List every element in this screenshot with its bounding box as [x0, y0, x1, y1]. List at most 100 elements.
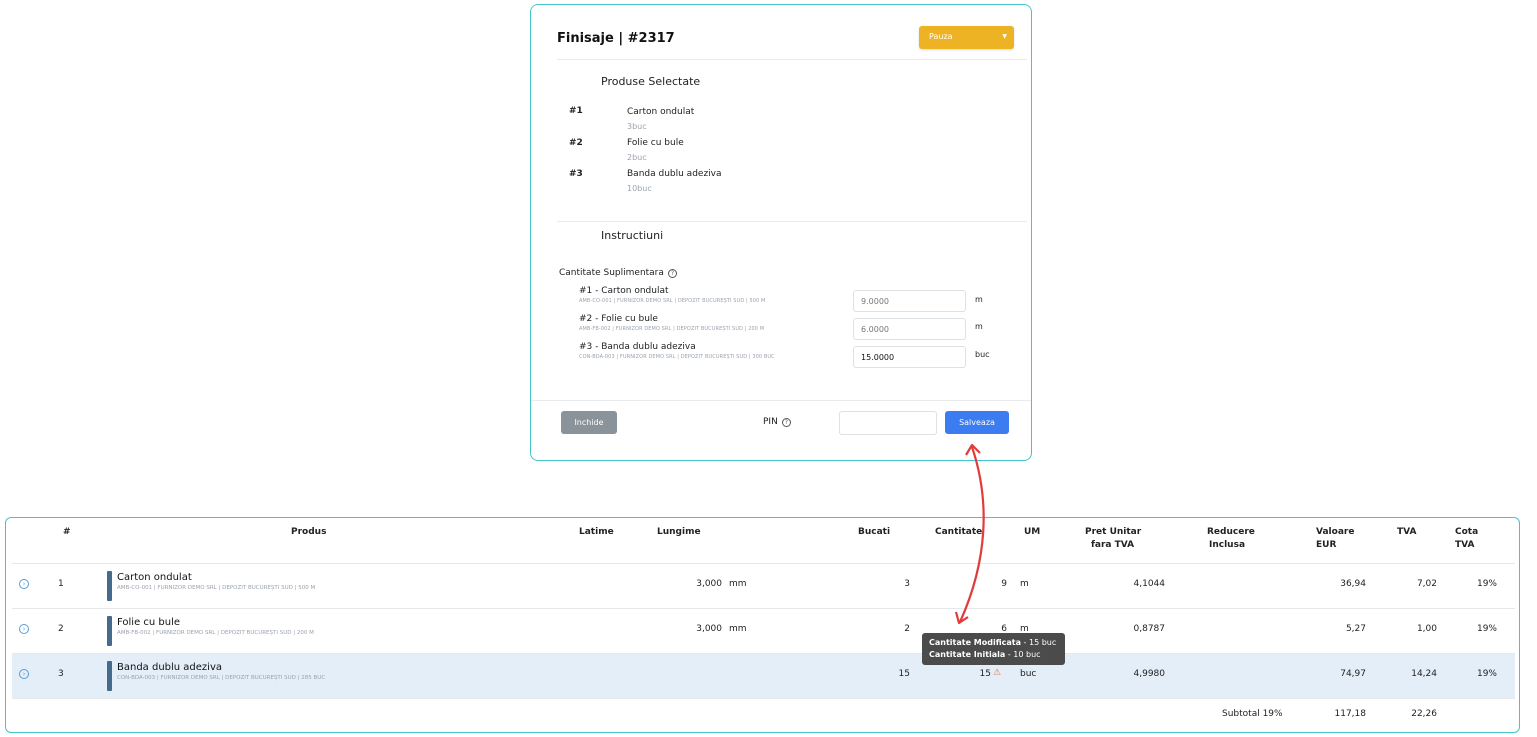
- row-number: 2: [58, 624, 64, 634]
- status-value: Pauza: [929, 32, 953, 41]
- column-header-width: Latime: [579, 527, 614, 537]
- product-color-bar: [107, 661, 112, 691]
- pin-input[interactable]: [839, 411, 937, 435]
- column-header-discount: Reducere Inclusa: [1207, 526, 1255, 552]
- quantity-change-tooltip: Cantitate Modificata - 15 buc Cantitate …: [922, 633, 1065, 665]
- row-pieces: 15: [898, 669, 910, 679]
- row-quantity: 9: [1001, 579, 1007, 589]
- extra-quantity-input[interactable]: 9.0000: [853, 290, 966, 312]
- row-um: m: [1020, 579, 1029, 589]
- row-pieces: 2: [904, 624, 910, 634]
- column-header-discount-line2: Inclusa: [1209, 540, 1246, 550]
- column-header-vat-rate-line2: TVA: [1455, 540, 1475, 550]
- table-row[interactable]: › 2 Folie cu bule AMB-FB-002 | FURNIZOR …: [12, 608, 1515, 653]
- row-number: 1: [58, 579, 64, 589]
- subtotal-value: 117,18: [1334, 709, 1367, 719]
- extra-product-name: #1 - Carton ondulat: [579, 286, 669, 296]
- divider: [531, 400, 1031, 401]
- extra-product-meta: AMB-CO-001 | FURNIZOR DEMO SRL | DEPOZIT…: [579, 298, 766, 304]
- column-header-value-line1: Valoare: [1316, 527, 1355, 537]
- expand-row-icon[interactable]: ›: [19, 624, 29, 634]
- column-header-vat-rate: Cota TVA: [1455, 526, 1478, 552]
- modal-title: Finisaje | #2317: [557, 31, 675, 46]
- expand-row-icon[interactable]: ›: [19, 669, 29, 679]
- table-row-selected[interactable]: › 3 Banda dublu adeziva CON-BDA-003 | FU…: [12, 653, 1515, 698]
- tooltip-initial-value: - 10 buc: [1005, 650, 1041, 659]
- extra-product-name: #2 - Folie cu bule: [579, 314, 658, 324]
- row-value: 36,94: [1340, 579, 1366, 589]
- divider: [557, 59, 1027, 60]
- row-number: 3: [58, 669, 64, 679]
- extra-product-meta: AMB-FB-002 | FURNIZOR DEMO SRL | DEPOZIT…: [579, 326, 765, 332]
- column-header-value: Valoare EUR: [1316, 526, 1354, 552]
- save-button[interactable]: Salveaza: [945, 411, 1009, 434]
- extra-product-name: #3 - Banda dublu adeziva: [579, 342, 696, 352]
- column-header-vat: TVA: [1397, 527, 1417, 537]
- expand-row-icon[interactable]: ›: [19, 579, 29, 589]
- row-length: 3,000: [696, 624, 722, 634]
- row-quantity: 15: [979, 669, 991, 679]
- help-icon[interactable]: ?: [781, 417, 791, 427]
- column-header-pieces: Bucati: [858, 527, 891, 537]
- column-header-unit-price-line1: Pret Unitar: [1085, 527, 1142, 537]
- tooltip-initial-line: Cantitate Initiala - 10 buc: [929, 649, 1058, 661]
- column-header-um: UM: [1024, 527, 1041, 537]
- extra-unit: m: [975, 295, 983, 304]
- tooltip-initial-label: Cantitate Initiala: [929, 650, 1006, 659]
- pin-label: PIN ?: [763, 417, 791, 427]
- table-row[interactable]: › 1 Carton ondulat AMB-CO-001 | FURNIZOR…: [12, 563, 1515, 608]
- row-vat: 7,02: [1416, 579, 1437, 589]
- instructions-title: Instructiuni: [601, 229, 664, 242]
- order-items-table: # Produs Latime Lungime Bucati Cantitate…: [5, 517, 1520, 733]
- subtotal-label: Subtotal 19%: [1222, 709, 1283, 719]
- divider: [557, 221, 1027, 222]
- extra-quantity-label: Cantitate Suplimentara ?: [559, 268, 677, 278]
- row-product-name: Folie cu bule: [117, 617, 181, 628]
- row-vat-rate: 19%: [1476, 579, 1497, 589]
- chevron-down-icon: ▼: [1002, 33, 1007, 40]
- row-unit-price: 4,1044: [1133, 579, 1166, 589]
- product-color-bar: [107, 571, 112, 601]
- column-header-discount-line1: Reducere: [1207, 527, 1255, 537]
- column-header-unit-price: Pret Unitar fara TVA: [1085, 526, 1141, 552]
- extra-quantity-input[interactable]: 15.0000: [853, 346, 966, 368]
- product-qty: 10buc: [627, 184, 652, 193]
- row-length: 3,000: [696, 579, 722, 589]
- warning-icon[interactable]: ⚠: [993, 668, 1001, 678]
- column-header-product: Produs: [291, 527, 327, 537]
- product-qty: 3buc: [627, 122, 647, 131]
- close-button[interactable]: Inchide: [561, 411, 617, 434]
- extra-product-meta: CON-BDA-003 | FURNIZOR DEMO SRL | DEPOZI…: [579, 354, 775, 360]
- status-select[interactable]: Pauza ▼: [919, 26, 1014, 49]
- extra-quantity-label-text: Cantitate Suplimentara: [559, 268, 664, 278]
- row-product-name: Carton ondulat: [117, 572, 192, 583]
- product-number: #1: [569, 106, 583, 116]
- row-product-meta: AMB-FB-002 | FURNIZOR DEMO SRL | DEPOZIT…: [117, 630, 314, 636]
- row-unit-price: 4,9980: [1133, 669, 1166, 679]
- selected-products-title: Produse Selectate: [601, 75, 701, 88]
- column-header-quantity: Cantitate: [935, 527, 983, 537]
- row-pieces: 3: [904, 579, 910, 589]
- row-product-name: Banda dublu adeziva: [117, 662, 223, 673]
- pin-label-text: PIN: [763, 417, 778, 427]
- row-um: buc: [1020, 669, 1037, 679]
- extra-unit: buc: [975, 350, 990, 359]
- row-vat-rate: 19%: [1476, 669, 1497, 679]
- product-name: Carton ondulat: [627, 107, 695, 117]
- finishing-modal: Finisaje | #2317 Pauza ▼ Produse Selecta…: [530, 4, 1032, 461]
- column-header-length: Lungime: [657, 527, 701, 537]
- row-vat: 1,00: [1416, 624, 1437, 634]
- row-value: 74,97: [1340, 669, 1366, 679]
- product-qty: 2buc: [627, 153, 647, 162]
- row-vat-rate: 19%: [1476, 624, 1497, 634]
- extra-unit: m: [975, 322, 983, 331]
- help-icon[interactable]: ?: [667, 268, 677, 278]
- row-unit-price: 0,8787: [1133, 624, 1166, 634]
- row-length-unit: mm: [729, 579, 747, 589]
- column-header-number: #: [63, 527, 71, 537]
- row-product-meta: CON-BDA-003 | FURNIZOR DEMO SRL | DEPOZI…: [117, 675, 326, 681]
- subtotal-vat: 22,26: [1411, 709, 1437, 719]
- extra-quantity-input[interactable]: 6.0000: [853, 318, 966, 340]
- tooltip-modified-label: Cantitate Modificata: [929, 638, 1022, 647]
- column-header-unit-price-line2: fara TVA: [1091, 540, 1135, 550]
